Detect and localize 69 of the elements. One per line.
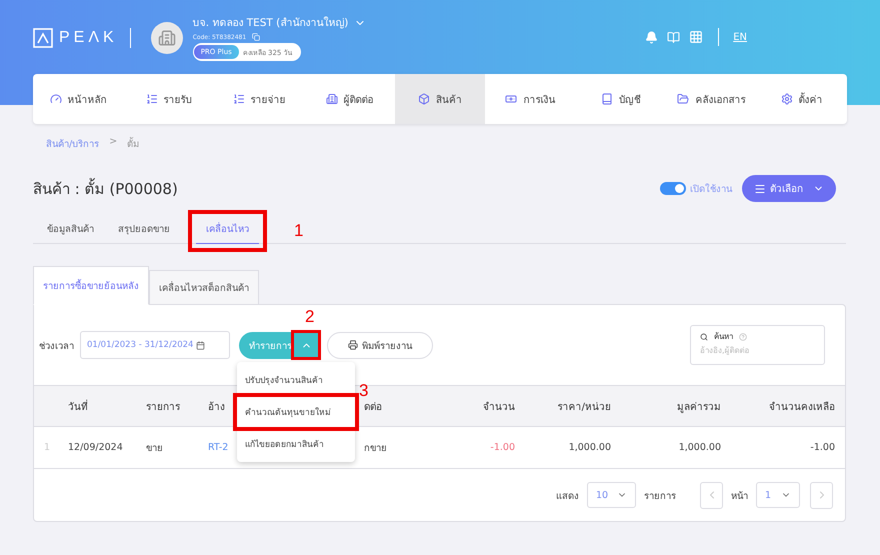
column-header: วันที่ bbox=[67, 398, 89, 414]
toggle-label: เปิดใช้งาน bbox=[690, 182, 732, 196]
previous-page-button[interactable] bbox=[700, 482, 723, 508]
table-cell-text: ขาย bbox=[145, 442, 164, 455]
nav-item[interactable]: รายรับ bbox=[123, 74, 214, 124]
bell-icon[interactable] bbox=[645, 30, 658, 44]
menu-icon bbox=[754, 182, 766, 194]
column-header: อ้าง bbox=[207, 400, 226, 414]
page-title: สินค้า : ตั้ม (P00008) bbox=[33, 177, 178, 200]
book-icon[interactable] bbox=[667, 30, 680, 44]
search-label: ค้นหา bbox=[714, 331, 733, 343]
list-icon bbox=[232, 93, 245, 105]
logo-icon bbox=[33, 28, 53, 48]
table-cell-text: -1.00 bbox=[809, 442, 836, 453]
page-label: หน้า bbox=[731, 490, 748, 502]
nav-item[interactable]: สินค้า bbox=[394, 74, 486, 124]
next-page-button[interactable] bbox=[810, 482, 833, 508]
tab[interactable]: ข้อมูลสินค้า bbox=[37, 218, 104, 244]
nav-item[interactable]: ผู้ติดต่อ bbox=[304, 74, 395, 124]
period-label: ช่วงเวลา bbox=[39, 340, 74, 352]
box-icon bbox=[418, 93, 430, 105]
folder-icon bbox=[677, 93, 690, 105]
apps-grid-icon[interactable] bbox=[689, 30, 704, 44]
table-cell-text: กขาย bbox=[363, 442, 388, 455]
table-cell-text: 12/09/2024 bbox=[67, 442, 124, 453]
nav-item[interactable]: หน้าหลัก bbox=[33, 74, 124, 124]
table-cell-text: 1,000.00 bbox=[568, 442, 612, 453]
sub-tab[interactable]: รายการซื้อขายย้อนหลัง bbox=[33, 266, 149, 305]
options-button[interactable]: ตัวเลือก bbox=[742, 175, 836, 202]
company-avatar bbox=[150, 22, 183, 54]
dropdown-toggle[interactable] bbox=[294, 333, 318, 357]
breadcrumb-current: ตั้ม bbox=[127, 136, 140, 151]
calendar-icon bbox=[196, 340, 206, 350]
column-header: ดต่อ bbox=[363, 400, 383, 414]
active-toggle[interactable] bbox=[660, 182, 686, 195]
show-label: แสดง bbox=[556, 490, 579, 502]
breadcrumb-separator: > bbox=[109, 136, 118, 149]
nav-item[interactable]: บัญชี bbox=[576, 74, 666, 124]
help-icon[interactable] bbox=[739, 332, 747, 340]
nav-item[interactable]: คลังเอกสาร bbox=[666, 74, 756, 124]
nav-item[interactable]: ตั้งค่า bbox=[756, 74, 847, 124]
tab[interactable]: สรุปยอดขาย bbox=[108, 218, 180, 244]
column-header: ราคา/หน่วย bbox=[556, 400, 612, 414]
book-icon bbox=[600, 93, 613, 105]
column-header: มูลค่ารวม bbox=[676, 400, 722, 414]
gauge-icon bbox=[50, 93, 62, 105]
logo-text: PEΛK bbox=[59, 29, 118, 47]
callout-number: 3 bbox=[359, 382, 368, 399]
settings-icon bbox=[780, 93, 793, 105]
sub-tab[interactable]: เคลื่อนไหวสต็อกสินค้า bbox=[149, 270, 259, 305]
nav-item[interactable]: รายจ่าย bbox=[214, 74, 304, 124]
search-icon bbox=[700, 332, 708, 340]
list-icon bbox=[146, 93, 158, 105]
menu-item[interactable]: ปรับปรุงจำนวนสินค้า bbox=[237, 365, 355, 395]
table-cell-text: 1,000.00 bbox=[678, 442, 722, 453]
table-cell-text: -1.00 bbox=[489, 442, 516, 453]
menu-item[interactable]: แก้ไขยอดยกมาสินค้า bbox=[237, 429, 355, 459]
print-report-button[interactable]: พิมพ์รายงาน bbox=[327, 332, 433, 358]
banknote-icon bbox=[505, 93, 518, 105]
items-label: รายการ bbox=[644, 490, 676, 502]
callout-number: 2 bbox=[305, 308, 314, 324]
column-header: รายการ bbox=[145, 400, 181, 414]
building-icon bbox=[326, 93, 338, 105]
column-header: จำนวนคงเหลือ bbox=[768, 400, 836, 414]
callout-number: 1 bbox=[294, 222, 304, 239]
printer-icon bbox=[348, 340, 358, 350]
copy-icon[interactable] bbox=[252, 33, 260, 41]
column-header: จำนวน bbox=[482, 400, 516, 414]
nav-item[interactable]: การเงิน bbox=[485, 74, 576, 124]
